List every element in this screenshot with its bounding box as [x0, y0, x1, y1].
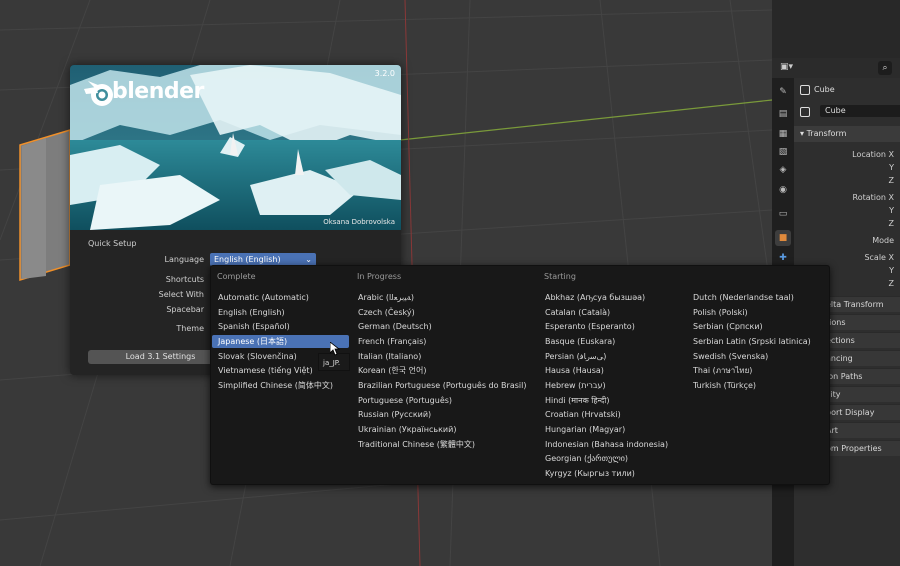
column-header-complete: Complete [217, 272, 256, 281]
lang-item[interactable]: Hungarian (Magyar) [539, 423, 625, 436]
lang-item[interactable]: Portuguese (Português) [352, 394, 452, 407]
lang-item[interactable]: Korean (한국 언어) [352, 364, 427, 377]
lang-item[interactable]: Catalan (Català) [539, 306, 610, 319]
rotation-x-label: Rotation X [852, 193, 894, 202]
lang-item[interactable]: Czech (Český) [352, 306, 415, 319]
object-icon [800, 85, 810, 95]
lang-item[interactable]: Polish (Polski) [687, 306, 748, 319]
lang-item[interactable]: Dutch (Nederlandse taal) [687, 291, 794, 304]
transform-section-label: Transform [806, 129, 847, 138]
lang-item[interactable]: Ukrainian (Український) [352, 423, 456, 436]
lang-item[interactable]: French (Français) [352, 335, 426, 348]
location-x-label: Location X [852, 150, 894, 159]
lang-item[interactable]: Swedish (Svenska) [687, 350, 768, 363]
column-header-starting: Starting [544, 272, 576, 281]
mouse-cursor-icon [330, 342, 340, 356]
splash-image: blender 3.2.0 Oksana Dobrovolska [70, 65, 401, 230]
quick-setup-title: Quick Setup [88, 239, 137, 248]
language-value: English (English) [214, 255, 281, 264]
spacebar-label: Spacebar [166, 305, 204, 314]
artwork-credit: Oksana Dobrovolska [323, 218, 395, 226]
editor-type-icon[interactable]: ▣▾ [780, 62, 796, 74]
language-label: Language [164, 255, 204, 264]
cube-object [19, 128, 71, 282]
lang-item[interactable]: Turkish (Türkçe) [687, 379, 756, 392]
object-name: Cube [814, 85, 835, 94]
world-tab-icon[interactable]: ◉ [775, 182, 791, 198]
lang-item[interactable]: Hebrew (עברית) [539, 379, 606, 392]
lang-item[interactable]: Serbian Latin (Srpski latinica) [687, 335, 811, 348]
blender-logo-icon [84, 81, 113, 106]
output-tab-icon[interactable]: ▦ [775, 126, 791, 142]
lang-item[interactable]: Italian (Italiano) [352, 350, 421, 363]
outliner-area [772, 0, 900, 59]
scale-z-label: Z [888, 279, 894, 288]
lang-item[interactable]: Thai (ภาษาไทย) [687, 364, 752, 377]
rotation-z-label: Z [888, 219, 894, 228]
lang-item[interactable]: Russian (Русский) [352, 408, 431, 421]
lang-item[interactable]: Georgian (ქართული) [539, 452, 628, 465]
lang-item[interactable]: Esperanto (Esperanto) [539, 320, 635, 333]
lang-item[interactable]: Persian (ﯽﺳرﺎﻓ) [539, 350, 606, 363]
lang-item[interactable]: Brazilian Portuguese (Português do Brasi… [352, 379, 526, 392]
modifier-tab-icon[interactable]: ✚ [775, 250, 791, 266]
theme-label: Theme [176, 324, 204, 333]
lang-item[interactable]: Hausa (Hausa) [539, 364, 604, 377]
select-with-label: Select With [158, 290, 204, 299]
object-tab-icon[interactable]: ■ [775, 230, 791, 246]
lang-item[interactable]: Serbian (Српски) [687, 320, 763, 333]
lang-item[interactable]: Spanish (Español) [212, 320, 349, 333]
lang-item[interactable]: English (English) [212, 306, 349, 319]
scene-tab-icon[interactable]: ◈ [775, 162, 791, 178]
lang-item[interactable]: Automatic (Automatic) [212, 291, 349, 304]
lang-item[interactable]: Hindi (मानक हिन्दी) [539, 394, 610, 407]
version-label: 3.2.0 [374, 69, 395, 78]
object-data-icon[interactable] [800, 107, 810, 117]
rotation-mode-label: Mode [872, 236, 894, 245]
lang-item[interactable]: Basque (Euskara) [539, 335, 615, 348]
lang-item[interactable]: Croatian (Hrvatski) [539, 408, 621, 421]
shortcuts-label: Shortcuts [165, 275, 204, 284]
search-icon[interactable]: ⌕ [878, 61, 892, 75]
render-tab-icon[interactable]: ▤ [775, 106, 791, 122]
lang-item[interactable]: Kyrgyz (Кыргыз тили) [539, 467, 635, 480]
location-z-label: Z [888, 176, 894, 185]
transform-section[interactable]: ▾ Transform [794, 126, 900, 142]
column-header-in-progress: In Progress [357, 272, 402, 281]
blender-logo-text: blender [112, 79, 204, 104]
lang-item-selected[interactable]: Japanese (日本語) [212, 335, 349, 348]
scale-x-label: Scale X [864, 253, 894, 262]
lang-item[interactable]: Abkhaz (Аҧсуа бызшәа) [539, 291, 645, 304]
lang-item[interactable]: German (Deutsch) [352, 320, 432, 333]
x-axis-line [399, 99, 772, 141]
lang-item[interactable]: Arabic (ﺔﻴﺑﺮﻌﻟا) [352, 291, 414, 304]
rotation-y-label: Y [889, 206, 894, 215]
location-y-label: Y [889, 163, 894, 172]
properties-header: ▣▾ ⌕ [772, 58, 900, 78]
collection-tab-icon[interactable]: ▭ [775, 206, 791, 222]
view-layer-tab-icon[interactable]: ▧ [775, 144, 791, 160]
object-name-field[interactable]: Cube [820, 105, 900, 117]
lang-item[interactable]: Simplified Chinese (简体中文) [212, 379, 349, 392]
scale-y-label: Y [889, 266, 894, 275]
language-menu: Complete In Progress Starting Automatic … [210, 265, 830, 485]
lang-item[interactable]: Traditional Chinese (繁體中文) [352, 438, 475, 451]
lang-item[interactable]: Indonesian (Bahasa indonesia) [539, 438, 668, 451]
tool-tab-icon[interactable]: ✎ [775, 84, 791, 100]
